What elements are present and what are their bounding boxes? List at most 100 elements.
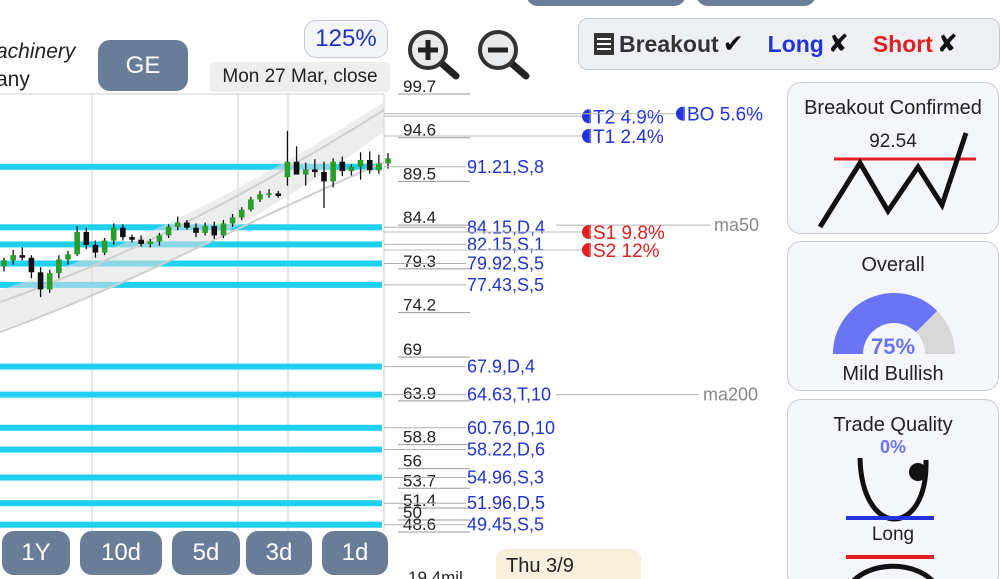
y-axis-tick-label: 89.5 — [403, 164, 436, 183]
candle-body — [156, 235, 163, 242]
candle-body — [74, 232, 80, 255]
period-button-10d[interactable]: 10d — [80, 531, 162, 575]
candle[interactable] — [74, 226, 80, 256]
ma-band — [0, 102, 384, 330]
signal-filter-bar: Breakout ✔ Long ✘ Short ✘ — [578, 18, 1000, 70]
level-label[interactable]: 54.96,S,3 — [467, 467, 544, 487]
candle-body — [348, 166, 355, 172]
candle[interactable] — [376, 154, 382, 174]
candle-body — [46, 273, 53, 290]
breakout-price: 92.54 — [869, 131, 917, 152]
candle-body — [202, 226, 208, 233]
filter-long-label: Long — [767, 30, 824, 57]
trade-quality-label: Long — [871, 524, 915, 545]
support-level-band — [0, 446, 382, 453]
candle-body — [339, 161, 346, 172]
candle-body — [284, 161, 291, 178]
level-label[interactable]: 51.96,D,5 — [467, 493, 545, 513]
overall-label: Mild Bullish — [842, 363, 944, 385]
check-icon: ✔ — [722, 30, 744, 58]
overall-card[interactable]: Overall 75% Mild Bullish — [787, 241, 999, 391]
filter-breakout[interactable]: Breakout ✔ — [593, 29, 744, 59]
candle[interactable] — [1, 257, 7, 272]
company-name-line1: achinery — [0, 40, 76, 63]
target-marker-icon — [582, 225, 589, 239]
candle-body — [312, 169, 318, 172]
stock-chart-app: achinery any GE 125% Mon 27 Mar, close B… — [0, 0, 1000, 579]
y-axis-tick-label: 84.4 — [403, 208, 436, 227]
cross-icon: ✘ — [936, 30, 958, 58]
level-label[interactable]: 79.92,S,5 — [467, 254, 544, 274]
level-label[interactable]: 58.22,D,6 — [467, 440, 545, 460]
level-label[interactable]: 67.9,D,4 — [467, 357, 535, 377]
candle[interactable] — [101, 238, 108, 256]
candle[interactable] — [366, 151, 373, 174]
overall-percent: 75% — [870, 334, 916, 359]
candle-body — [174, 222, 181, 227]
period-button-5d[interactable]: 5d — [172, 531, 240, 575]
candle-body — [83, 232, 90, 245]
filter-short[interactable]: Short ✘ — [869, 29, 958, 59]
support-level-band — [0, 424, 382, 431]
candle[interactable] — [19, 247, 26, 261]
support-level-band — [0, 474, 382, 481]
candle-body — [92, 244, 99, 253]
price-chart[interactable]: 99.7 94.6 89.5 84.4 79.3 74.2 69 63.9 58.8 5653.7… — [0, 77, 780, 579]
y-axis-tick-label: 56 — [403, 452, 422, 471]
zoom-level-badge: 125% — [304, 20, 388, 58]
level-label[interactable]: 64.63,T,10 — [467, 385, 551, 405]
period-button-3d[interactable]: 3d — [246, 531, 312, 575]
trade-quality-card[interactable]: Trade Quality 0% Long — [787, 399, 999, 579]
y-axis-tick-label: 53.7 — [403, 471, 436, 490]
candle[interactable] — [385, 153, 391, 169]
y-axis-tick-label: 79.3 — [403, 252, 436, 271]
target-label: T2 4.9% — [593, 107, 664, 128]
candle-body — [129, 237, 135, 240]
trade-quality-curve-icon — [846, 457, 934, 579]
zoom-in-icon[interactable] — [404, 28, 464, 80]
period-button-1y[interactable]: 1Y — [2, 531, 70, 575]
top-tab-button[interactable] — [526, 0, 686, 6]
level-label[interactable]: 82.15,S,1 — [467, 234, 544, 254]
candle-body — [65, 254, 71, 260]
candle-body — [266, 193, 272, 195]
support-level-band — [0, 521, 382, 528]
level-label[interactable]: 77.43,S,5 — [467, 275, 544, 295]
candle-body — [37, 272, 44, 290]
top-tab-button[interactable] — [696, 0, 816, 6]
y-axis-tick-label: 58.8 — [403, 428, 436, 447]
candle-body — [110, 227, 117, 241]
candle-body — [1, 260, 7, 267]
candle-body — [229, 217, 236, 224]
breakout-marker-icon — [676, 106, 683, 121]
breakout-card[interactable]: Breakout Confirmed 92.54 — [787, 82, 999, 234]
candle[interactable] — [357, 152, 364, 180]
level-label[interactable]: 49.45,S,5 — [467, 515, 544, 535]
y-axis-tick-label: 74.2 — [403, 296, 436, 315]
candle-body — [193, 227, 199, 233]
y-axis-tick-label: 69 — [403, 340, 422, 359]
zoom-out-icon[interactable] — [474, 28, 534, 80]
candle-body — [257, 194, 263, 200]
target-marker-icon — [582, 109, 589, 124]
candle-body — [330, 161, 336, 182]
level-label[interactable]: 91.21,S,8 — [467, 157, 544, 177]
ma-label: ma50 — [714, 215, 759, 235]
y-axis-tick-label: 63.9 — [403, 384, 436, 403]
volume-label: 19.4mil — [408, 568, 463, 579]
support-level-band — [0, 363, 382, 370]
candle-body — [120, 227, 126, 238]
candle-body — [147, 241, 154, 244]
filter-long[interactable]: Long ✘ — [764, 29, 849, 59]
target-marker-icon — [582, 129, 589, 143]
candle-body — [376, 163, 382, 171]
filter-breakout-label: Breakout — [619, 30, 719, 57]
ma-label: ma200 — [703, 385, 758, 405]
candle[interactable] — [28, 255, 35, 279]
level-label[interactable]: 60.76,D,10 — [467, 418, 555, 438]
target-label: T1 2.4% — [593, 127, 664, 148]
candle-body — [184, 222, 190, 228]
candle[interactable] — [46, 269, 53, 293]
candle-body — [385, 158, 391, 164]
period-button-1d[interactable]: 1d — [322, 531, 388, 575]
